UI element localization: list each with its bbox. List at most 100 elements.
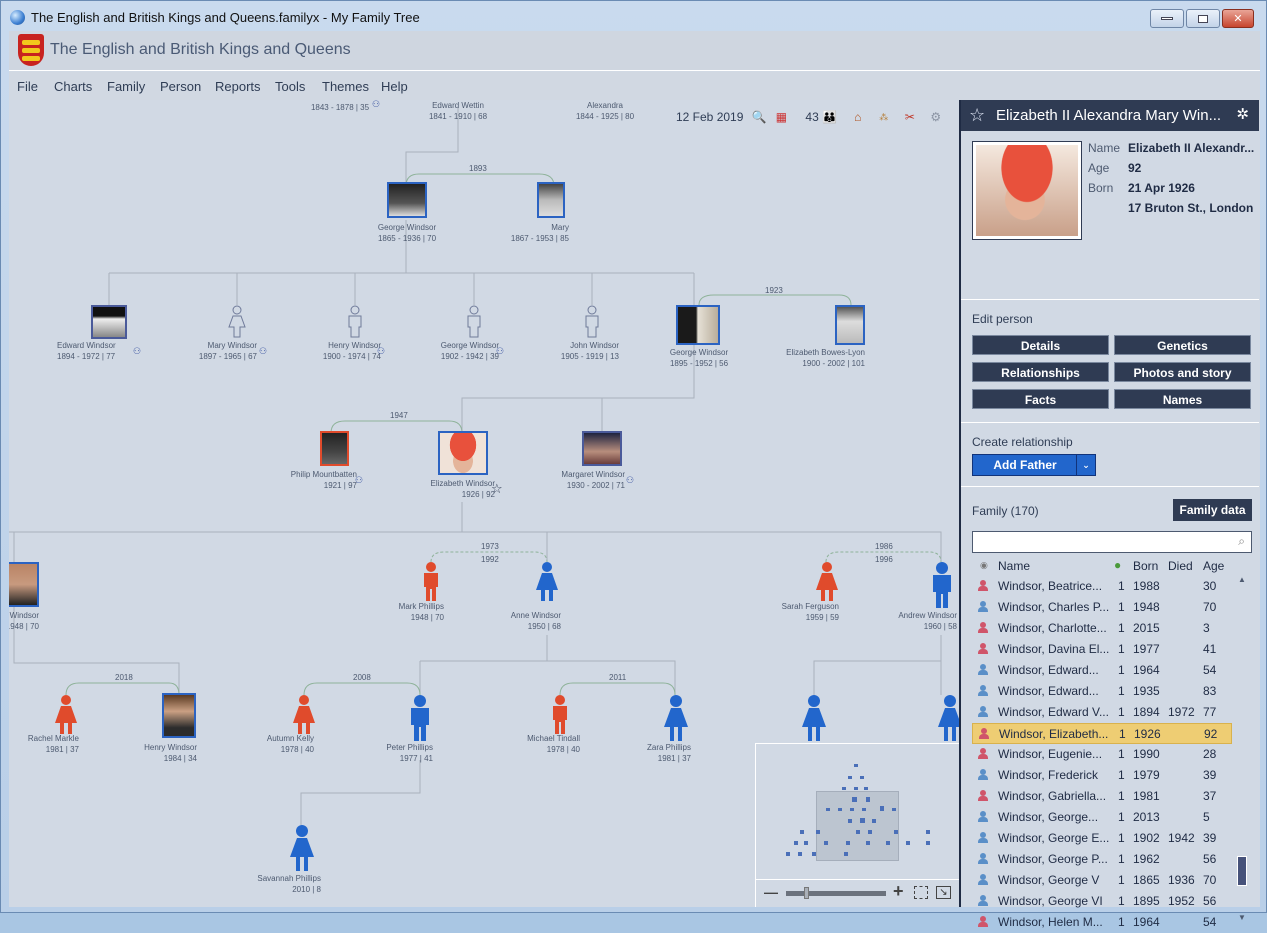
tree-minimap[interactable]: — + ↘ (755, 743, 959, 907)
search-icon[interactable]: ⌕ (1238, 534, 1245, 549)
names-button[interactable]: Names (1114, 389, 1251, 409)
family-group-icon[interactable]: ⚇ (496, 346, 504, 357)
person-node[interactable]: Mary Windsor 1897 - 1965 | 67 (177, 340, 257, 362)
person-portrait[interactable] (972, 141, 1082, 240)
menu-themes[interactable]: Themes (322, 79, 369, 94)
family-list-row[interactable]: Windsor, Beatrice... 1 1988 30 (972, 576, 1232, 597)
person-photo[interactable] (582, 431, 622, 466)
chevron-down-icon[interactable]: ⌄ (1076, 455, 1095, 475)
family-group-icon[interactable]: ⚇ (355, 475, 363, 486)
family-list-row[interactable]: Windsor, Elizabeth... 1 1926 92 (972, 723, 1232, 744)
menu-charts[interactable]: Charts (54, 79, 92, 94)
person-node[interactable]: Henry Windsor 1984 | 34 (129, 742, 197, 764)
column-born[interactable]: Born (1133, 559, 1158, 573)
family-tree-canvas[interactable]: 12 Feb 2019 🔍 ▦ 43 👪 ⌂ ⁂ ✂ ⚙ 1843 - 1878… (9, 100, 959, 907)
home-icon[interactable]: ⌂ (850, 109, 866, 125)
person-node[interactable]: Anne Windsor 1950 | 68 (491, 610, 561, 632)
person-photo[interactable] (91, 305, 127, 339)
person-photo[interactable] (387, 182, 427, 218)
family-search-input[interactable]: ⌕ (972, 531, 1252, 553)
person-node[interactable]: Windsor .948 | 70 (9, 610, 39, 632)
family-list-row[interactable]: Windsor, George E... 1 1902 1942 39 (972, 828, 1232, 849)
person-node[interactable]: Zara Phillips 1981 | 37 (629, 742, 691, 764)
person-photo[interactable] (835, 305, 865, 345)
person-photo[interactable] (676, 305, 720, 345)
person-node[interactable]: Savannah Phillips 2010 | 8 (241, 873, 321, 895)
person-photo[interactable] (537, 182, 565, 218)
tools-icon[interactable]: ✂ (902, 109, 918, 125)
person-node[interactable]: 1843 - 1878 | 35 (305, 102, 375, 113)
family-list-row[interactable]: Windsor, Davina El... 1 1977 41 (972, 639, 1232, 660)
family-list-row[interactable]: Windsor, Edward... 1 1964 54 (972, 660, 1232, 681)
minimize-button[interactable] (1150, 9, 1184, 28)
family-list-row[interactable]: Windsor, Charles P... 1 1948 70 (972, 597, 1232, 618)
zoom-slider[interactable] (786, 891, 886, 896)
family-list-row[interactable]: Windsor, Edward... 1 1935 83 (972, 681, 1232, 702)
person-node[interactable]: Mark Phillips 1948 | 70 (379, 601, 444, 623)
zoom-out-button[interactable]: — (764, 884, 778, 900)
close-button[interactable]: ✕ (1222, 9, 1254, 28)
person-node[interactable]: Alexandra 1844 - 1925 | 80 (565, 100, 645, 122)
menu-help[interactable]: Help (381, 79, 408, 94)
family-list-row[interactable]: Windsor, Gabriella... 1 1981 37 (972, 786, 1232, 807)
family-list-scrollbar[interactable]: ▲ ▼ (1235, 573, 1251, 922)
person-node[interactable]: Andrew Windsor 1960 | 58 (881, 610, 957, 632)
person-node[interactable]: Sarah Ferguson 1959 | 59 (769, 601, 839, 623)
family-list-row[interactable]: Windsor, Helen M... 1 1964 54 (972, 912, 1232, 933)
person-node[interactable]: George Windsor 1865 - 1936 | 70 (357, 222, 457, 244)
person-node[interactable]: Michael Tindall 1978 | 40 (507, 733, 580, 755)
family-group-icon[interactable]: ⚇ (133, 346, 141, 357)
column-died[interactable]: Died (1168, 559, 1193, 573)
person-node[interactable]: Elizabeth Windsor 1926 | 92 (409, 478, 495, 500)
family-group-icon[interactable]: ⚇ (377, 346, 385, 357)
star-icon[interactable]: ☆ (491, 481, 503, 497)
genetics-button[interactable]: Genetics (1114, 335, 1251, 355)
person-node[interactable]: Mary 1867 - 1953 | 85 (509, 222, 569, 244)
family-list-row[interactable]: Windsor, Frederick 1 1979 39 (972, 765, 1232, 786)
person-node[interactable]: John Windsor 1905 - 1919 | 13 (539, 340, 619, 362)
scroll-down-icon[interactable]: ▼ (1238, 913, 1246, 922)
menu-person[interactable]: Person (160, 79, 201, 94)
person-node[interactable]: Edward Wettin 1841 - 1910 | 68 (418, 100, 498, 122)
sort-radio-icon[interactable]: ◉ (980, 560, 988, 571)
person-node[interactable]: Philip Mountbatten 1921 | 97 (267, 469, 357, 491)
family-list-row[interactable]: Windsor, Charlotte... 1 2015 3 (972, 618, 1232, 639)
family-list-row[interactable]: Windsor, Edward V... 1 1894 1972 77 (972, 702, 1232, 723)
expand-corner-icon[interactable]: ↘ (936, 886, 951, 899)
person-node[interactable]: Elizabeth Bowes-Lyon 1900 - 2002 | 101 (769, 347, 865, 369)
person-node[interactable]: George Windsor 1895 - 1952 | 56 (649, 347, 749, 369)
family-group-icon[interactable]: ⚇ (372, 100, 380, 110)
people-icon[interactable]: 👪 (822, 109, 838, 125)
family-group-icon[interactable]: ⚇ (626, 475, 634, 486)
column-age[interactable]: Age (1203, 559, 1224, 573)
facts-button[interactable]: Facts (972, 389, 1109, 409)
add-father-button[interactable]: Add Father ⌄ (972, 454, 1096, 476)
star-icon[interactable]: ☆ (969, 105, 985, 126)
person-node[interactable]: Edward Windsor 1894 - 1972 | 77 (57, 340, 157, 362)
person-photo[interactable] (320, 431, 349, 466)
zoom-slider-handle[interactable] (804, 887, 809, 899)
pedigree-icon[interactable]: ⁂ (876, 109, 892, 125)
calendar-icon[interactable]: ▦ (773, 109, 789, 125)
family-data-button[interactable]: Family data (1173, 499, 1252, 521)
menu-reports[interactable]: Reports (215, 79, 261, 94)
menu-file[interactable]: File (17, 79, 38, 94)
fit-to-screen-icon[interactable] (914, 886, 928, 899)
relationships-button[interactable]: Relationships (972, 362, 1109, 382)
scroll-up-icon[interactable]: ▲ (1238, 575, 1246, 584)
scrollbar-thumb[interactable] (1237, 856, 1247, 886)
maximize-button[interactable] (1186, 9, 1220, 28)
photos-and-story-button[interactable]: Photos and story (1114, 362, 1251, 382)
person-photo[interactable] (162, 693, 196, 738)
calendar-search-icon[interactable]: 🔍 (751, 109, 767, 125)
settings-icon[interactable]: ⚙ (928, 109, 944, 125)
family-group-icon[interactable]: ⚇ (259, 346, 267, 357)
person-node[interactable]: Rachel Markle 1981 | 37 (19, 733, 79, 755)
person-node[interactable]: Peter Phillips 1977 | 41 (371, 742, 433, 764)
family-list-row[interactable]: Windsor, George V 1 1865 1936 70 (972, 870, 1232, 891)
person-photo[interactable] (9, 562, 39, 607)
family-list-row[interactable]: Windsor, Eugenie... 1 1990 28 (972, 744, 1232, 765)
person-node[interactable]: Margaret Windsor 1930 - 2002 | 71 (541, 469, 625, 491)
zoom-in-button[interactable]: + (893, 881, 904, 902)
family-list-row[interactable]: Windsor, George VI 1 1895 1952 56 (972, 891, 1232, 912)
